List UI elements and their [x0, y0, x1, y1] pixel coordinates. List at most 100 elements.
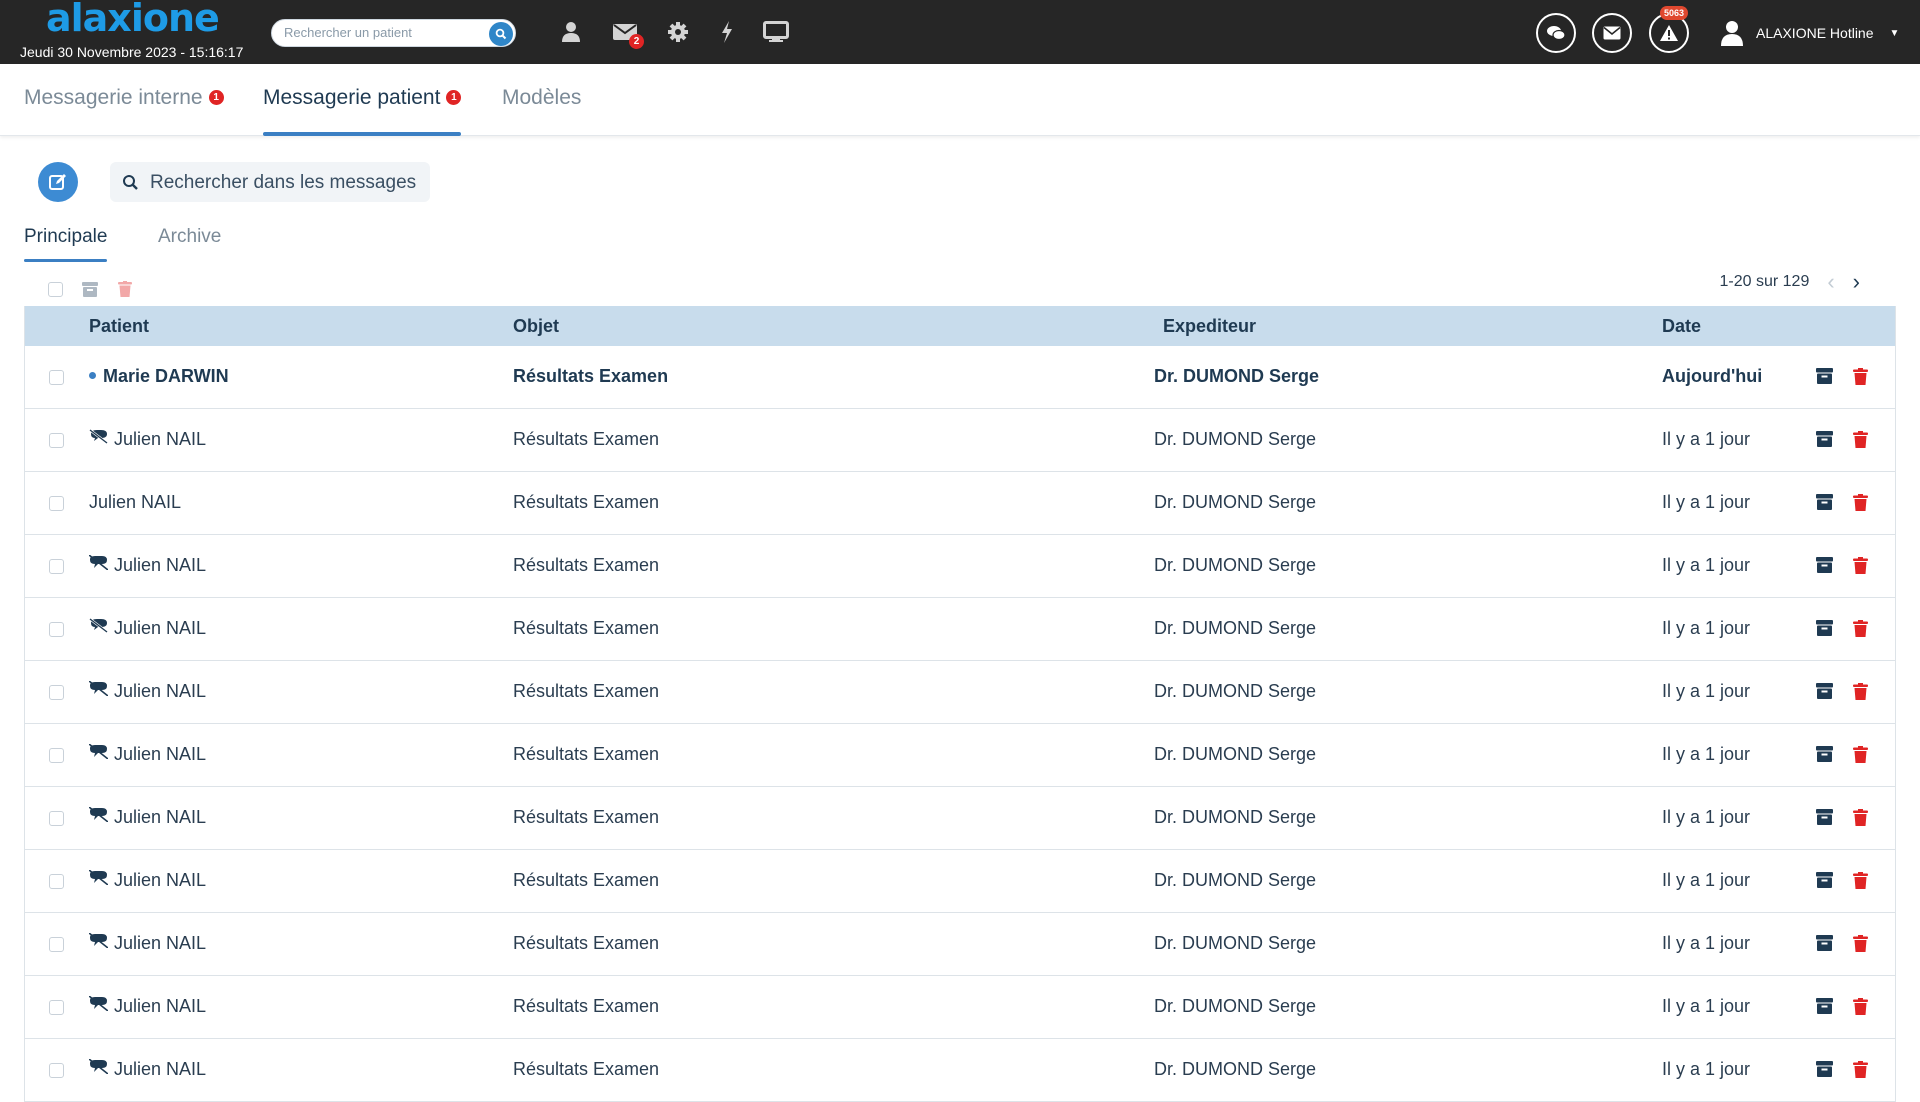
patient-cell[interactable]: Julien NAIL [88, 743, 206, 766]
archive-button[interactable] [1816, 620, 1833, 641]
user-name: ALAXIONE Hotline [1756, 25, 1874, 41]
sender-cell: Dr. DUMOND Serge [1154, 744, 1317, 764]
archive-button[interactable] [1816, 494, 1833, 515]
row-checkbox[interactable] [49, 1000, 64, 1015]
patient-cell[interactable]: Julien NAIL [88, 995, 206, 1018]
table-row[interactable]: Julien NAIL Résultats Examen Dr. DUMOND Se… [25, 1039, 1895, 1102]
archive-button[interactable] [1816, 368, 1833, 389]
table-row[interactable]: Julien NAIL Résultats Examen Dr. DUMOND Se… [25, 787, 1895, 850]
row-checkbox[interactable] [49, 370, 64, 385]
subject-cell[interactable]: Résultats Examen [513, 870, 659, 891]
archive-button[interactable] [1816, 557, 1833, 578]
subject-cell[interactable]: Résultats Examen [513, 996, 659, 1017]
row-checkbox[interactable] [49, 685, 64, 700]
subject-cell[interactable]: Résultats Examen [513, 429, 659, 450]
quick-actions-button[interactable] [712, 17, 742, 47]
subject-cell[interactable]: Résultats Examen [513, 366, 668, 387]
table-row[interactable]: Julien NAIL Résultats Examen Dr. DUMOND Se… [25, 535, 1895, 598]
table-row[interactable]: Julien NAIL Résultats Examen Dr. DUMOND Se… [25, 661, 1895, 724]
subject-cell[interactable]: Résultats Examen [513, 1059, 659, 1080]
patient-search-button[interactable] [489, 22, 513, 46]
table-row[interactable]: Marie DARWIN Résultats Examen Dr. DUMOND S… [25, 346, 1895, 409]
delete-button[interactable] [1853, 746, 1868, 768]
row-checkbox[interactable] [49, 559, 64, 574]
delete-button[interactable] [1853, 935, 1868, 957]
table-body: Marie DARWIN Résultats Examen Dr. DUMOND S… [25, 346, 1895, 1102]
delete-button[interactable] [1853, 809, 1868, 831]
patient-cell[interactable]: Marie DARWIN [89, 366, 229, 387]
messages-button[interactable] [1592, 13, 1632, 53]
table-row[interactable]: Julien NAIL Résultats Examen Dr. DUMOND Se… [25, 409, 1895, 472]
patient-cell[interactable]: Julien NAIL [88, 932, 206, 955]
subject-cell[interactable]: Résultats Examen [513, 681, 659, 702]
row-checkbox[interactable] [49, 1063, 64, 1078]
subject-cell[interactable]: Résultats Examen [513, 555, 659, 576]
patient-cell[interactable]: Julien NAIL [89, 428, 206, 451]
tab-principale[interactable]: Principale [24, 226, 108, 262]
table-row[interactable]: Julien NAIL Résultats Examen Dr. DUMOND Se… [25, 724, 1895, 787]
archive-button[interactable] [1816, 683, 1833, 704]
row-checkbox[interactable] [49, 874, 64, 889]
table-row[interactable]: Julien NAIL Résultats Examen Dr. DUMOND Se… [25, 913, 1895, 976]
tab-modeles[interactable]: Modèles [502, 86, 581, 136]
table-row[interactable]: Julien NAIL Résultats Examen Dr. DUMOND Se… [25, 598, 1895, 661]
archive-button[interactable] [1816, 809, 1833, 830]
patient-cell[interactable]: Julien NAIL [88, 1058, 206, 1081]
display-button[interactable] [761, 17, 791, 47]
trash-icon [1853, 935, 1868, 952]
subject-cell[interactable]: Résultats Examen [513, 807, 659, 828]
delete-button[interactable] [1853, 998, 1868, 1020]
chevron-left-icon[interactable]: ‹ [1827, 271, 1834, 293]
row-checkbox[interactable] [49, 748, 64, 763]
subject-cell[interactable]: Résultats Examen [513, 744, 659, 765]
mail-menu-button[interactable]: 2 [610, 17, 644, 49]
patient-cell[interactable]: Julien NAIL [89, 617, 206, 640]
delete-button[interactable] [1853, 683, 1868, 705]
chat-button[interactable] [1536, 13, 1576, 53]
patient-cell[interactable]: Julien NAIL [88, 806, 206, 829]
patient-cell[interactable]: Julien NAIL [88, 680, 206, 703]
row-checkbox[interactable] [49, 496, 64, 511]
archive-button[interactable] [1816, 935, 1833, 956]
settings-button[interactable] [663, 17, 693, 47]
patient-search-input[interactable] [284, 25, 479, 40]
delete-button[interactable] [1853, 368, 1868, 390]
patient-cell[interactable]: Julien NAIL [88, 554, 206, 577]
delete-button[interactable] [1853, 872, 1868, 894]
tab-badge: 1 [208, 89, 224, 105]
delete-button[interactable] [1853, 557, 1868, 579]
subject-cell[interactable]: Résultats Examen [513, 618, 659, 639]
tab-messagerie-interne[interactable]: Messagerie interne 1 [24, 86, 224, 136]
table-row[interactable]: Julien NAIL Résultats Examen Dr. DUMOND Se… [25, 850, 1895, 913]
alerts-button[interactable]: 5063 [1649, 6, 1689, 53]
archive-button[interactable] [1816, 1061, 1833, 1082]
row-checkbox[interactable] [49, 433, 64, 448]
row-checkbox[interactable] [49, 937, 64, 952]
select-all-checkbox[interactable] [48, 280, 63, 298]
subject-cell[interactable]: Résultats Examen [513, 492, 659, 513]
archive-button[interactable] [1816, 746, 1833, 767]
delete-button[interactable] [1853, 431, 1868, 453]
bulk-delete-button[interactable] [118, 280, 132, 298]
patient-cell[interactable]: Julien NAIL [89, 492, 181, 513]
app-logo[interactable]: alaxione [46, 0, 220, 40]
compose-button[interactable] [38, 162, 78, 202]
delete-button[interactable] [1853, 494, 1868, 516]
message-search-input[interactable] [150, 172, 420, 194]
subject-cell[interactable]: Résultats Examen [513, 933, 659, 954]
row-checkbox[interactable] [49, 622, 64, 637]
archive-button[interactable] [1816, 998, 1833, 1019]
patient-menu-button[interactable] [556, 17, 586, 47]
row-checkbox[interactable] [49, 811, 64, 826]
patient-cell[interactable]: Julien NAIL [88, 869, 206, 892]
archive-button[interactable] [1816, 872, 1833, 893]
bulk-archive-button[interactable] [82, 280, 98, 298]
archive-button[interactable] [1816, 431, 1833, 452]
table-row[interactable]: Julien NAIL Résultats Examen Dr. DUMOND Se… [25, 472, 1895, 535]
tab-archive[interactable]: Archive [158, 226, 221, 262]
delete-button[interactable] [1853, 620, 1868, 642]
user-menu[interactable]: ALAXIONE Hotline ▼ [1720, 18, 1899, 48]
tab-messagerie-patient[interactable]: Messagerie patient 1 [263, 86, 462, 136]
chevron-right-icon[interactable]: › [1853, 271, 1860, 293]
table-row[interactable]: Julien NAIL Résultats Examen Dr. DUMOND Se… [25, 976, 1895, 1039]
